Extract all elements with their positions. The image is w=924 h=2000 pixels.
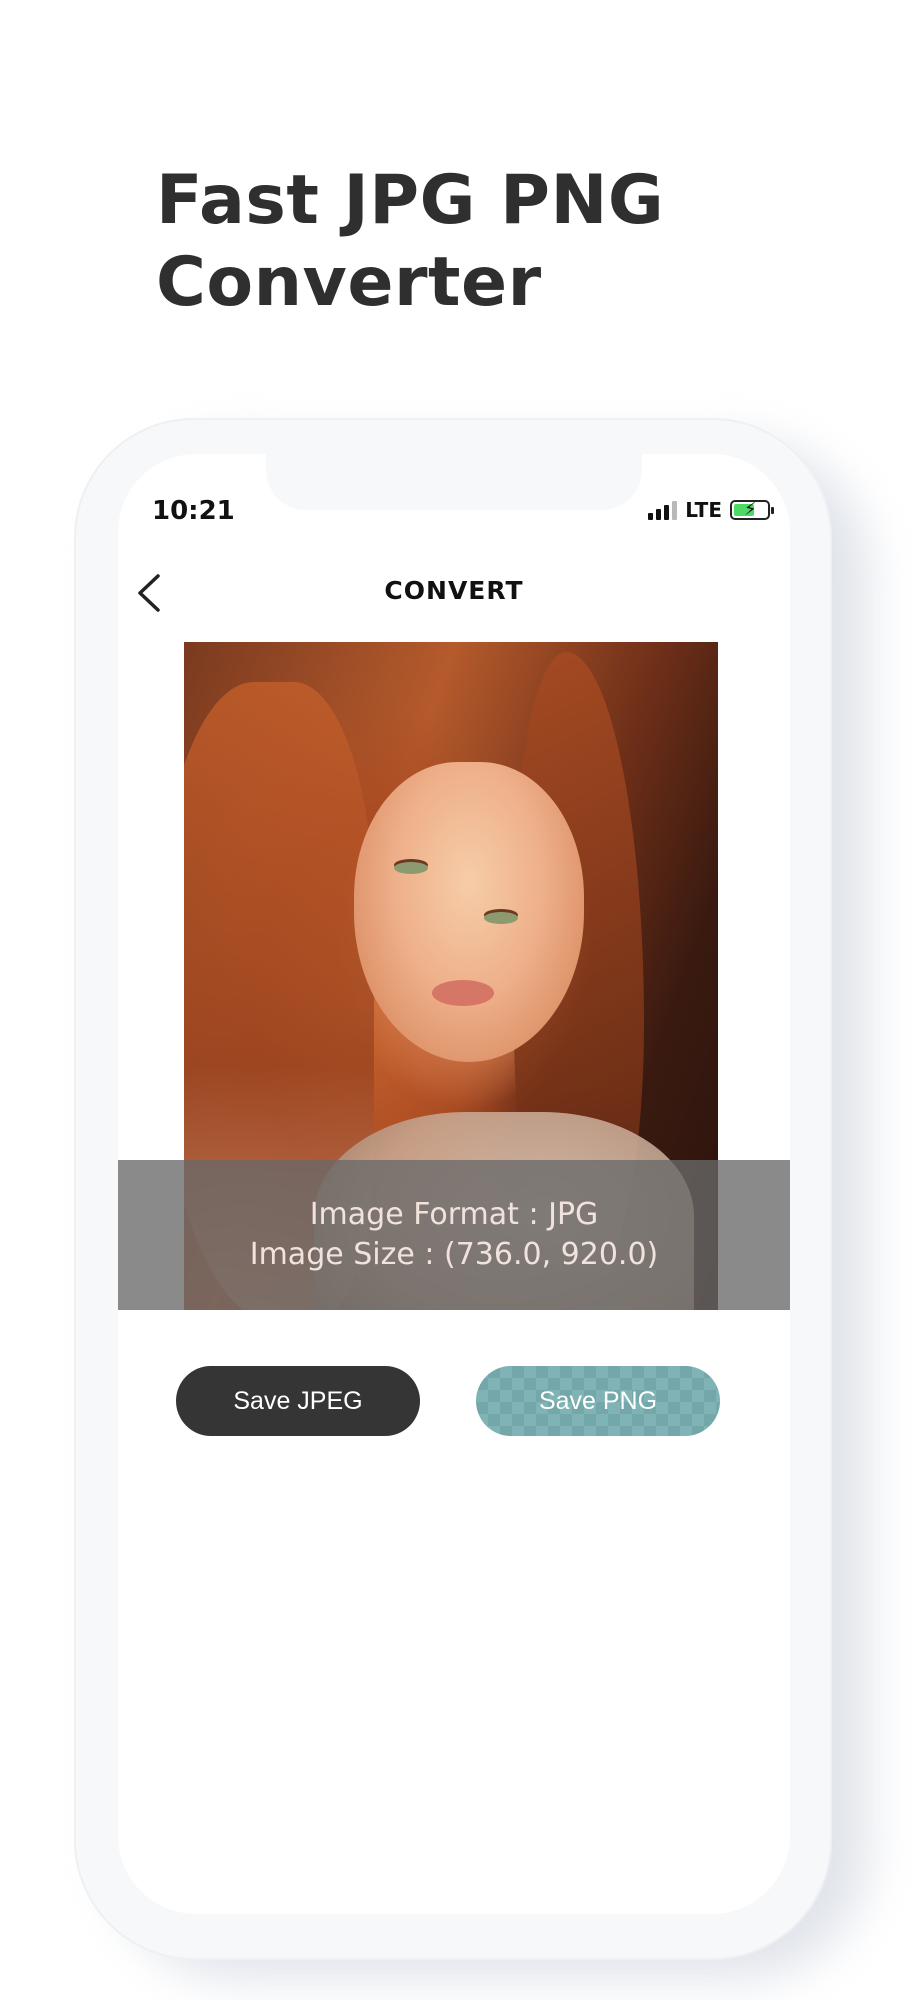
signal-icon xyxy=(648,500,678,520)
image-size-label: Image Size : (736.0, 920.0) xyxy=(249,1237,659,1272)
headline-line-1: Fast JPG PNG xyxy=(156,161,665,240)
status-time: 10:21 xyxy=(152,496,235,526)
battery-charging-icon: ⚡ xyxy=(730,500,774,520)
status-indicators: LTE ⚡ xyxy=(648,498,774,522)
save-jpeg-button[interactable]: Save JPEG xyxy=(176,1366,420,1436)
network-label: LTE xyxy=(685,498,722,522)
promo-headline: Fast JPG PNG Converter xyxy=(156,160,664,324)
phone-screen: 10:21 LTE ⚡ CONVERT Image Format : JPG I… xyxy=(118,454,790,1914)
save-png-button[interactable]: Save PNG xyxy=(476,1366,720,1436)
page-title: CONVERT xyxy=(384,576,524,605)
image-format-label: Image Format : JPG xyxy=(309,1197,599,1232)
headline-line-2: Converter xyxy=(156,243,542,322)
notch xyxy=(266,454,642,510)
image-info-overlay: Image Format : JPG Image Size : (736.0, … xyxy=(118,1160,790,1310)
